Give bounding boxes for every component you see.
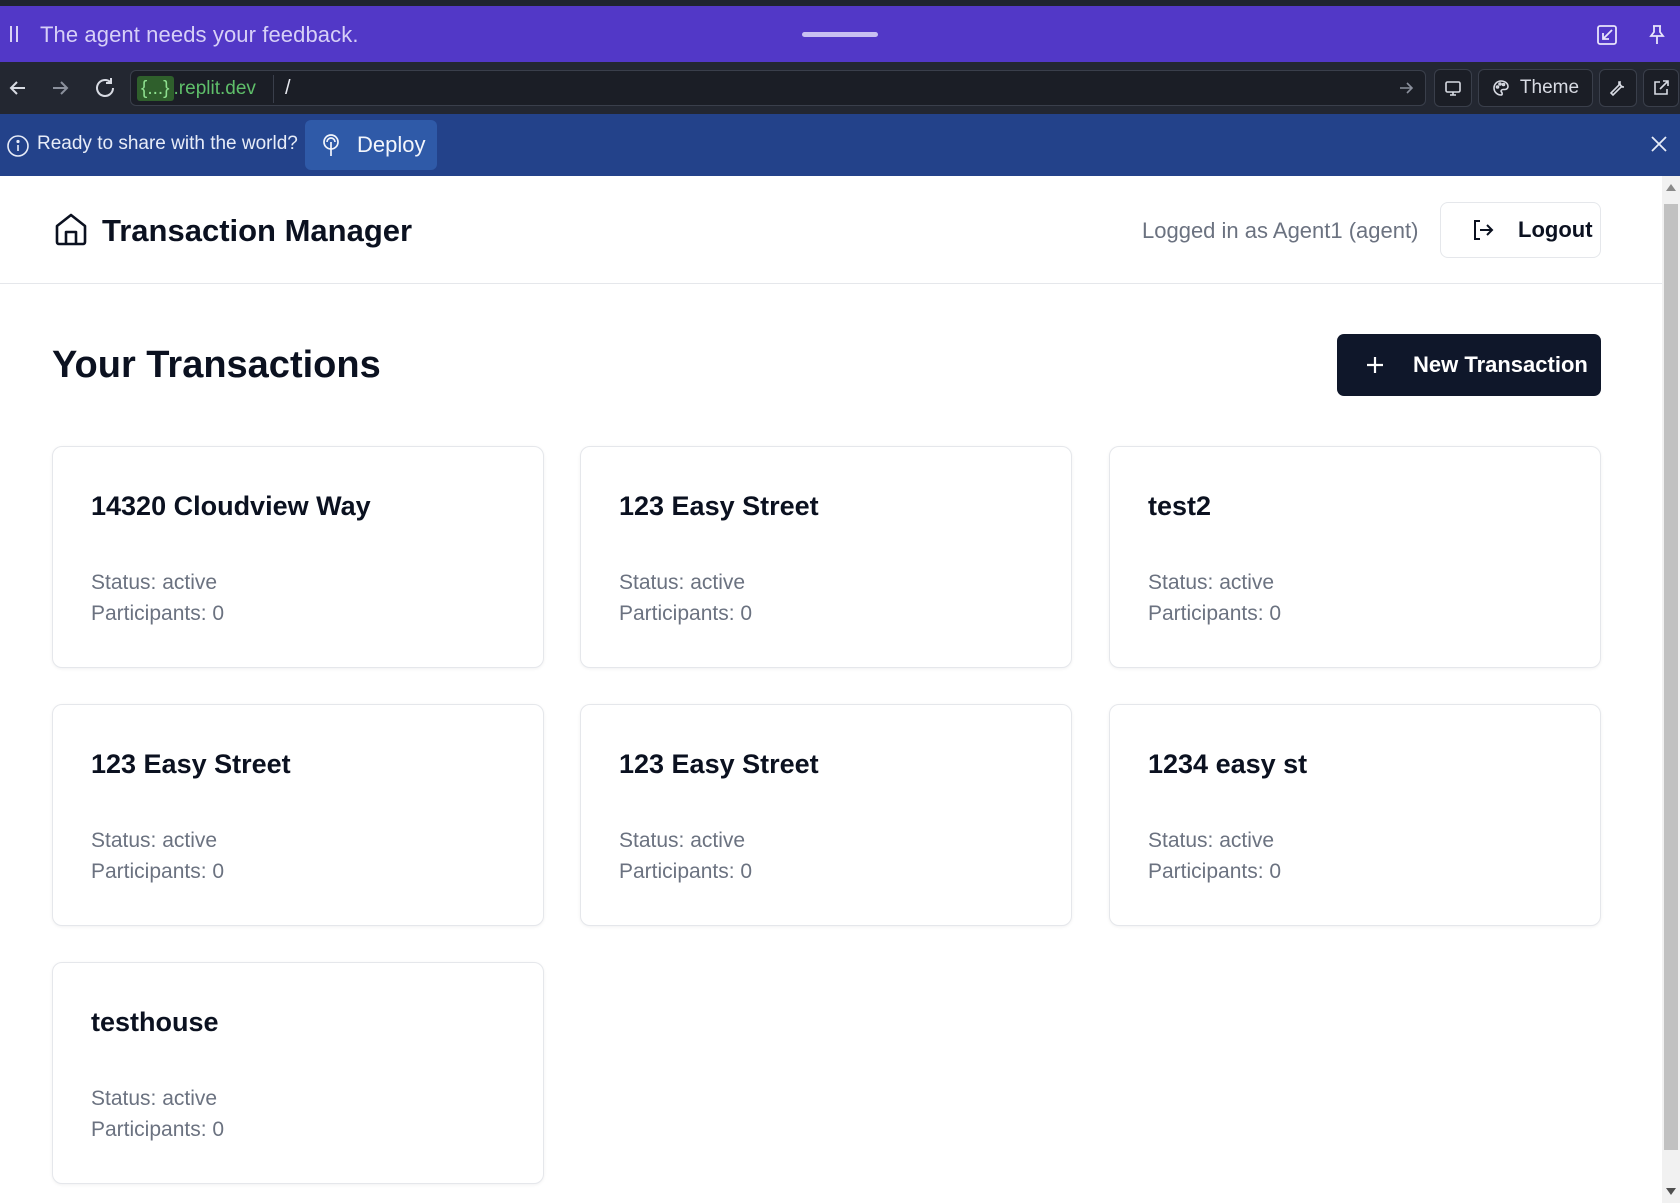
transaction-status: Status: active <box>619 829 746 852</box>
home-icon[interactable] <box>53 211 89 247</box>
transaction-participants: Participants: 0 <box>91 860 225 883</box>
transaction-card[interactable]: test2 Status: active Participants: 0 <box>1109 446 1601 668</box>
theme-button[interactable]: Theme <box>1478 69 1593 107</box>
external-link-icon[interactable] <box>1643 69 1679 107</box>
transaction-card[interactable]: 14320 Cloudview Way Status: active Parti… <box>52 446 544 668</box>
transaction-name: 123 Easy Street <box>619 491 819 521</box>
browser-toolbar: {...} .replit.dev / Theme <box>0 62 1680 114</box>
logout-icon <box>1471 218 1495 242</box>
close-icon[interactable] <box>1648 133 1670 155</box>
deploy-button[interactable]: Deploy <box>305 120 437 170</box>
transaction-card[interactable]: 123 Easy Street Status: active Participa… <box>580 704 1072 926</box>
app-header: Transaction Manager Logged in as Agent1 … <box>0 176 1662 284</box>
deploy-label: Deploy <box>357 132 426 157</box>
palette-icon <box>1492 79 1510 97</box>
transaction-status: Status: active <box>619 571 746 594</box>
reload-icon[interactable] <box>90 73 120 103</box>
transaction-card[interactable]: testhouse Status: active Participants: 0 <box>52 962 544 1184</box>
transaction-status: Status: active <box>1148 829 1275 852</box>
deploy-banner: Ready to share with the world? Deploy <box>0 114 1680 176</box>
transaction-status: Status: active <box>91 571 218 594</box>
new-transaction-label: New Transaction <box>1413 352 1588 377</box>
info-icon <box>6 134 30 158</box>
logout-button[interactable]: Logout <box>1440 202 1601 258</box>
transaction-status: Status: active <box>91 1087 218 1110</box>
transaction-participants: Participants: 0 <box>1148 602 1282 625</box>
scroll-thumb[interactable] <box>1664 204 1678 1150</box>
transaction-participants: Participants: 0 <box>619 602 753 625</box>
scroll-down-arrow-icon[interactable] <box>1666 1188 1676 1195</box>
vertical-scrollbar[interactable] <box>1662 176 1680 1203</box>
transaction-name: 123 Easy Street <box>619 749 819 779</box>
agent-feedback-message: The agent needs your feedback. <box>40 22 359 47</box>
transaction-status: Status: active <box>91 829 218 852</box>
url-field[interactable]: {...} .replit.dev / <box>130 70 1426 106</box>
transaction-name: test2 <box>1148 491 1212 521</box>
url-path[interactable]: / <box>285 77 291 100</box>
url-host-domain: .replit.dev <box>173 77 256 99</box>
url-host: {...} .replit.dev <box>137 76 256 101</box>
url-host-braces: {...} <box>137 76 174 101</box>
transaction-participants: Participants: 0 <box>1148 860 1282 883</box>
transaction-participants: Participants: 0 <box>91 1118 225 1141</box>
transaction-card[interactable]: 123 Easy Street Status: active Participa… <box>52 704 544 926</box>
pause-icon[interactable] <box>10 26 22 42</box>
back-arrow-icon[interactable] <box>3 73 33 103</box>
forward-arrow-icon[interactable] <box>45 73 75 103</box>
url-divider <box>273 75 274 103</box>
monitor-icon[interactable] <box>1434 69 1472 107</box>
transaction-card[interactable]: 123 Easy Street Status: active Participa… <box>580 446 1072 668</box>
deploy-message: Ready to share with the world? <box>37 133 298 154</box>
minimize-icon[interactable] <box>1592 20 1622 50</box>
page-title: Your Transactions <box>52 344 381 386</box>
agent-feedback-bar: The agent needs your feedback. <box>0 6 1680 62</box>
theme-label: Theme <box>1519 77 1580 98</box>
pin-icon[interactable] <box>1642 20 1672 50</box>
logout-label: Logout <box>1518 217 1593 242</box>
transaction-card[interactable]: 1234 easy st Status: active Participants… <box>1109 704 1601 926</box>
new-transaction-button[interactable]: New Transaction <box>1337 334 1601 396</box>
go-arrow-icon[interactable] <box>1395 77 1417 99</box>
plus-icon <box>1364 354 1386 376</box>
deploy-icon <box>319 133 343 157</box>
transaction-name: testhouse <box>91 1007 219 1037</box>
app-title: Transaction Manager <box>102 213 413 248</box>
app-viewport: Transaction Manager Logged in as Agent1 … <box>0 176 1662 1203</box>
transaction-name: 14320 Cloudview Way <box>91 491 371 521</box>
drag-handle[interactable] <box>802 32 878 37</box>
wrench-icon[interactable] <box>1599 69 1637 107</box>
transaction-participants: Participants: 0 <box>619 860 753 883</box>
transaction-name: 1234 easy st <box>1148 749 1308 779</box>
transaction-name: 123 Easy Street <box>91 749 291 779</box>
login-status: Logged in as Agent1 (agent) <box>1142 218 1419 243</box>
scroll-up-arrow-icon[interactable] <box>1666 184 1676 191</box>
transaction-status: Status: active <box>1148 571 1275 594</box>
transaction-participants: Participants: 0 <box>91 602 225 625</box>
